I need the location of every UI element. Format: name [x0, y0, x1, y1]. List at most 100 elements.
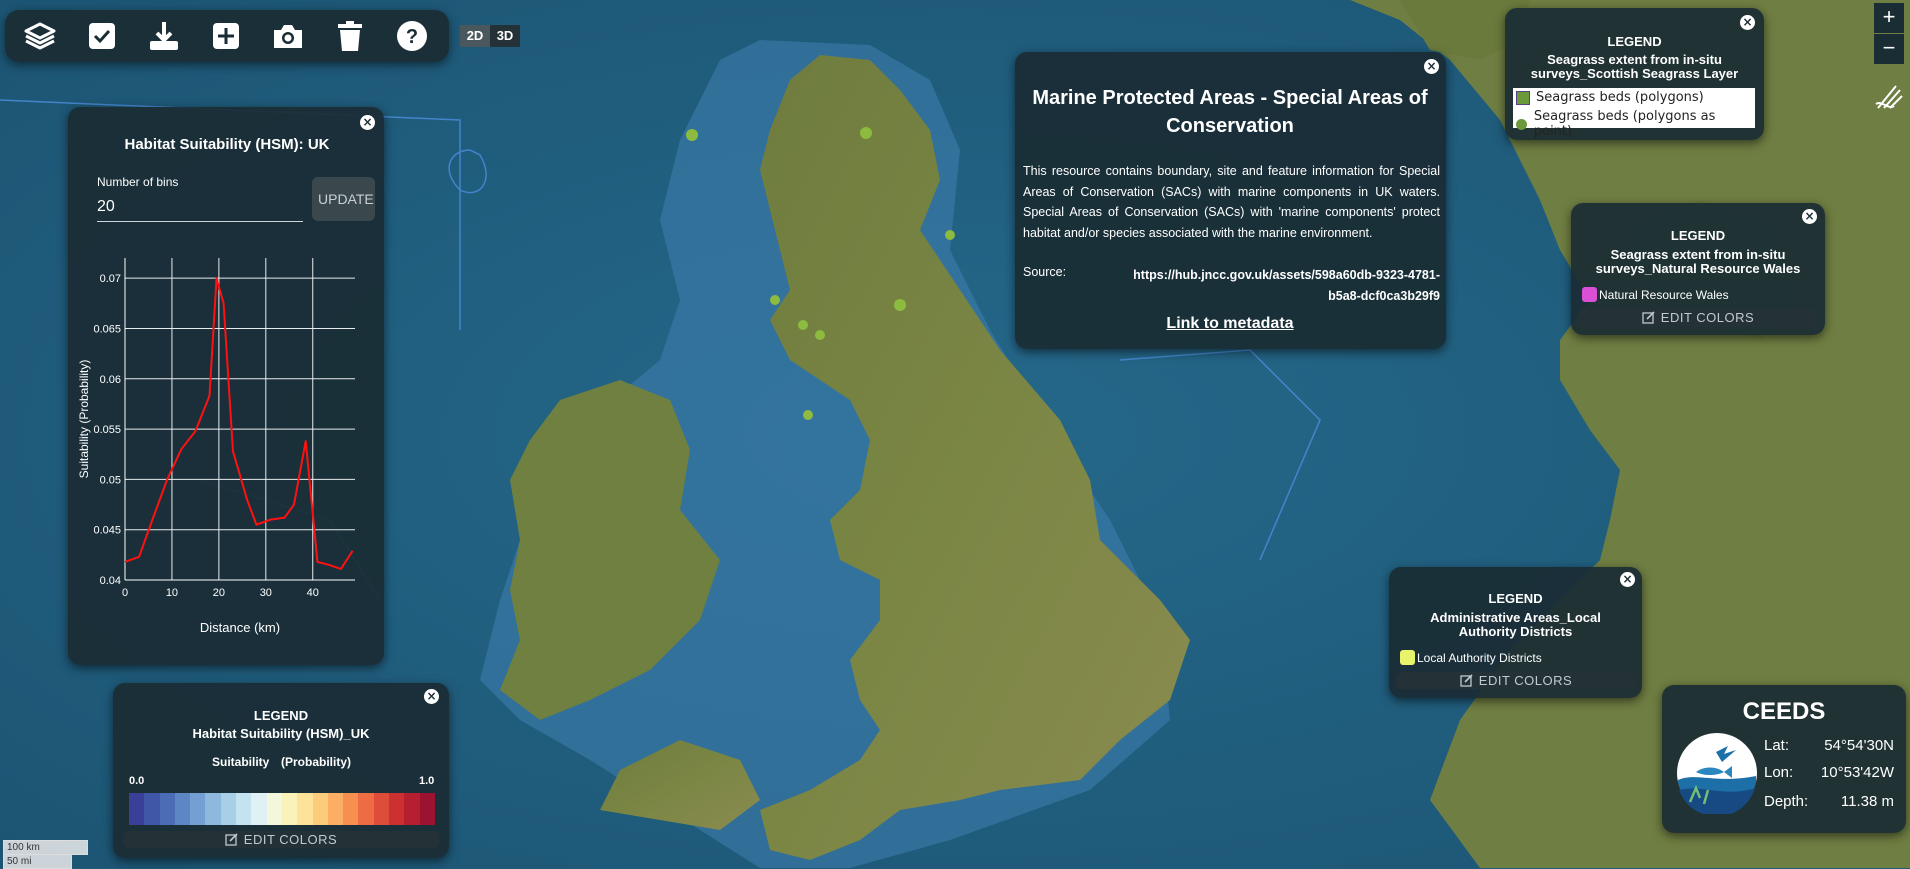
- ramp-step: [144, 793, 160, 825]
- legend-item: Local Authority Districts: [1400, 650, 1542, 665]
- camera-icon[interactable]: [271, 19, 305, 53]
- legend-item-label: Seagrass beds (polygons): [1536, 90, 1704, 105]
- ramp-step: [358, 793, 374, 825]
- seagrass-scotland-items: Seagrass beds (polygons) Seagrass beds (…: [1513, 88, 1755, 139]
- seagrass-scotland-heading: LEGEND: [1607, 34, 1662, 49]
- y-tick-label: 0.06: [100, 374, 121, 386]
- mpa-title: Marine Protected Areas - Special Areas o…: [1032, 87, 1428, 137]
- x-tick-label: 40: [307, 587, 319, 599]
- hsm-close-button[interactable]: ×: [360, 115, 375, 130]
- hsm-edit-colors-button[interactable]: EDIT COLORS: [123, 831, 439, 848]
- legend-item: Natural Resource Wales: [1582, 287, 1729, 302]
- checkbox-icon[interactable]: [85, 19, 119, 53]
- lat-value: 54°54'30N: [1824, 737, 1894, 754]
- y-axis-label: Suitability (Probability): [77, 360, 91, 479]
- source-link[interactable]: https://hub.jncc.gov.uk/assets/598a60db-…: [1023, 265, 1440, 306]
- x-tick-label: 20: [213, 587, 225, 599]
- seagrass-wales-heading: LEGEND: [1670, 228, 1726, 243]
- legend-item: Seagrass beds (polygons as point): [1516, 109, 1755, 139]
- lon-label: Lon:: [1764, 764, 1794, 781]
- zoom-out-button[interactable]: −: [1874, 34, 1904, 64]
- hsm-legend-subtitle: Habitat Suitability (HSM)_UK: [192, 726, 370, 741]
- ramp-step: [236, 793, 252, 825]
- seagrass-wales-subtitle: Seagrass extent from in-situ surveys_Nat…: [1595, 247, 1801, 276]
- 2d-button[interactable]: 2D: [460, 25, 490, 47]
- mpa-description: This resource contains boundary, site an…: [1023, 164, 1440, 240]
- ramp-step: [159, 793, 175, 825]
- point-swatch: [1516, 118, 1527, 130]
- seagrass-wales-close-button[interactable]: ×: [1802, 209, 1817, 224]
- hsm-legend-close-button[interactable]: ×: [424, 689, 439, 704]
- ramp-step: [297, 793, 313, 825]
- wales-edit-colors-button[interactable]: EDIT COLORS: [1578, 309, 1818, 327]
- ramp-step: [373, 793, 390, 825]
- ramp-step: [266, 793, 282, 825]
- depth-value: 11.38 m: [1840, 793, 1894, 810]
- edit-icon: [225, 833, 238, 846]
- 3d-button[interactable]: 3D: [490, 25, 520, 47]
- download-icon[interactable]: [147, 19, 181, 53]
- legend-item-label: Seagrass beds (polygons as point): [1533, 109, 1716, 139]
- ramp-step: [205, 793, 221, 825]
- depth-label: Depth:: [1764, 793, 1809, 810]
- x-tick-label: 0: [122, 587, 128, 599]
- y-tick-label: 0.065: [93, 323, 121, 335]
- zoom-in-button[interactable]: +: [1874, 3, 1904, 33]
- ramp-step: [129, 793, 145, 825]
- ramp-step: [312, 793, 328, 825]
- y-tick-label: 0.055: [93, 424, 121, 436]
- lad-swatch: [1400, 650, 1415, 665]
- x-axis-label: Distance (km): [200, 620, 280, 635]
- scale-bar-km: 100 km: [3, 840, 88, 855]
- draw-tool-icon[interactable]: [1872, 80, 1906, 114]
- edit-colors-label: EDIT COLORS: [1660, 310, 1755, 325]
- layers-icon[interactable]: [23, 19, 57, 53]
- ramp-step: [404, 793, 420, 825]
- map-toolbar: ?: [5, 10, 449, 62]
- scale-min-label: 0.0: [129, 775, 145, 787]
- ramp-step: [251, 793, 267, 825]
- y-tick-label: 0.05: [100, 474, 121, 486]
- scale-bar-mi: 50 mi: [3, 855, 72, 869]
- y-tick-label: 0.07: [100, 273, 121, 285]
- edit-colors-label: EDIT COLORS: [1478, 673, 1573, 688]
- svg-text:?: ?: [406, 26, 418, 48]
- admin-edit-colors-button[interactable]: EDIT COLORS: [1396, 672, 1636, 689]
- bins-input[interactable]: [97, 193, 303, 222]
- scale-unit: (Probability): [281, 755, 352, 769]
- legend-item-label: Local Authority Districts: [1417, 650, 1542, 665]
- admin-heading: LEGEND: [1488, 591, 1543, 606]
- trash-icon[interactable]: [333, 19, 367, 53]
- ceeds-title: CEEDS: [1742, 698, 1826, 725]
- x-tick-label: 10: [166, 587, 178, 599]
- color-ramp: [129, 793, 435, 825]
- metadata-link[interactable]: Link to metadata: [1020, 315, 1440, 333]
- seagrass-scotland-close-button[interactable]: ×: [1740, 15, 1755, 30]
- polygon-swatch: [1516, 90, 1530, 105]
- bins-label: Number of bins: [97, 175, 179, 189]
- ceeds-logo: [1676, 732, 1758, 817]
- ramp-step: [327, 793, 344, 825]
- ramp-step: [389, 793, 405, 825]
- admin-close-button[interactable]: ×: [1620, 572, 1635, 587]
- x-tick-label: 30: [260, 587, 272, 599]
- dimension-toggle: 2D 3D: [460, 25, 520, 47]
- source-link-text: https://hub.jncc.gov.uk/assets/598a60db-…: [1133, 268, 1440, 303]
- ramp-step: [419, 793, 435, 825]
- help-icon[interactable]: ?: [395, 19, 429, 53]
- series-line: [124, 277, 354, 570]
- update-button[interactable]: UPDATE: [312, 177, 375, 221]
- mpa-close-button[interactable]: ×: [1424, 59, 1439, 74]
- edit-icon: [1460, 674, 1473, 687]
- legend-item: Seagrass beds (polygons): [1516, 90, 1704, 105]
- hsm-title: Habitat Suitability (HSM): UK: [124, 136, 330, 153]
- ramp-step: [220, 793, 237, 825]
- hsm-legend-heading: LEGEND: [253, 708, 309, 723]
- plot-area: [125, 258, 355, 580]
- admin-subtitle: Administrative Areas_Local Authority Dis…: [1430, 610, 1601, 639]
- seagrass-scotland-subtitle: Seagrass extent from in-situ surveys_Sco…: [1530, 52, 1739, 81]
- scale-max-label: 1.0: [419, 775, 435, 787]
- ramp-step: [174, 793, 191, 825]
- add-icon[interactable]: [209, 19, 243, 53]
- y-tick-label: 0.045: [93, 525, 121, 537]
